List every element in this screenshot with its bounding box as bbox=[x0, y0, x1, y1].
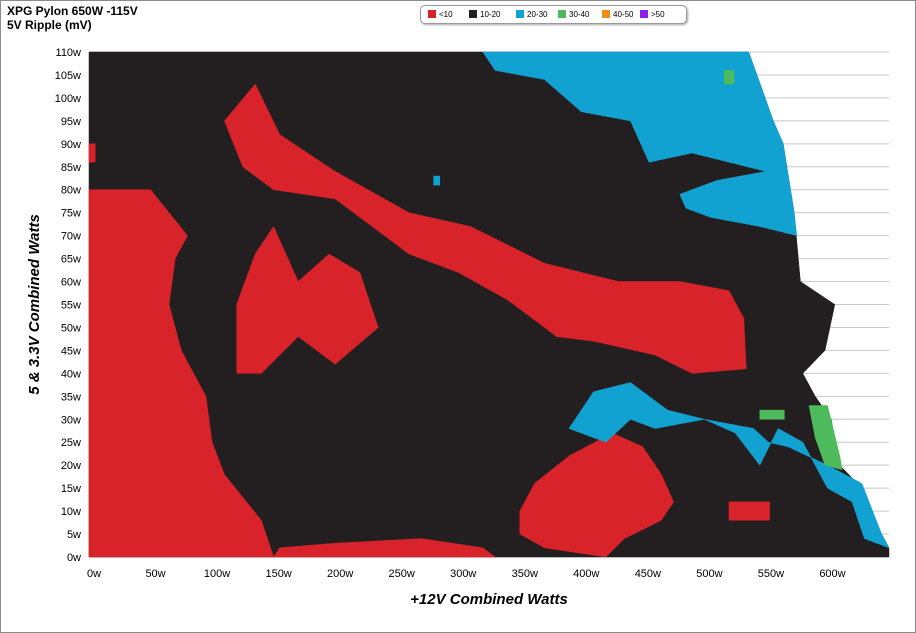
y-tick-label: 105w bbox=[55, 70, 81, 82]
x-tick-label: 600w bbox=[819, 568, 845, 580]
x-tick-label: 500w bbox=[696, 568, 722, 580]
y-tick-label: 20w bbox=[61, 460, 81, 472]
x-axis-ticks: 0w 50w 100w 150w 200w 250w 300w 350w 400w 450w 500… bbox=[87, 568, 846, 580]
y-tick-label: 80w bbox=[61, 185, 81, 197]
y-tick-label: 0w bbox=[67, 552, 81, 564]
x-tick-label: 450w bbox=[635, 568, 661, 580]
y-tick-label: 30w bbox=[61, 414, 81, 426]
y-tick-label: 90w bbox=[61, 139, 81, 151]
heatmap-chart: 0w 5w 10w 15w 20w 25w 30w 35w 40w 45w 50w 55w 60w 65w… bbox=[26, 47, 890, 608]
y-tick-label: 40w bbox=[61, 368, 81, 380]
y-tick-label: 75w bbox=[61, 208, 81, 220]
y-tick-label: 50w bbox=[61, 322, 81, 334]
heatmap-region-10 bbox=[433, 175, 441, 186]
heatmap-regions bbox=[88, 51, 890, 558]
x-tick-label: 150w bbox=[265, 568, 291, 580]
y-tick-label: 110w bbox=[56, 47, 82, 59]
y-tick-label: 60w bbox=[61, 277, 81, 289]
y-tick-label: 35w bbox=[61, 391, 81, 403]
y-axis-ticks: 0w 5w 10w 15w 20w 25w 30w 35w 40w 45w 50w 55w 60w 65w… bbox=[55, 47, 81, 564]
y-tick-label: 100w bbox=[55, 93, 81, 105]
y-tick-label: 55w bbox=[61, 300, 81, 312]
y-tick-label: 65w bbox=[61, 254, 81, 266]
heatmap-region-4 bbox=[88, 143, 96, 163]
y-axis-title: 5 & 3.3V Combined Watts bbox=[26, 214, 43, 395]
x-tick-label: 0w bbox=[87, 568, 101, 580]
x-axis-title: +12V Combined Watts bbox=[410, 591, 568, 608]
y-tick-label: 15w bbox=[61, 483, 81, 495]
x-tick-label: 100w bbox=[204, 568, 230, 580]
y-tick-label: 25w bbox=[61, 437, 81, 449]
heatmap-region-13 bbox=[723, 70, 735, 85]
x-tick-label: 50w bbox=[145, 568, 165, 580]
y-tick-label: 45w bbox=[61, 345, 81, 357]
x-tick-label: 250w bbox=[389, 568, 415, 580]
chart-frame: XPG Pylon 650W -115V 5V Ripple (mV) <10 … bbox=[0, 0, 916, 633]
y-tick-label: 85w bbox=[61, 162, 81, 174]
x-tick-label: 350w bbox=[512, 568, 538, 580]
y-tick-label: 10w bbox=[61, 506, 81, 518]
y-tick-label: 95w bbox=[61, 116, 81, 128]
x-tick-label: 200w bbox=[327, 568, 353, 580]
heatmap-region-12 bbox=[759, 409, 785, 420]
y-tick-label: 70w bbox=[61, 231, 81, 243]
y-tick-label: 5w bbox=[67, 529, 81, 541]
x-tick-label: 550w bbox=[758, 568, 784, 580]
x-tick-label: 400w bbox=[573, 568, 599, 580]
x-tick-label: 300w bbox=[450, 568, 476, 580]
heatmap-region-7 bbox=[728, 501, 770, 521]
